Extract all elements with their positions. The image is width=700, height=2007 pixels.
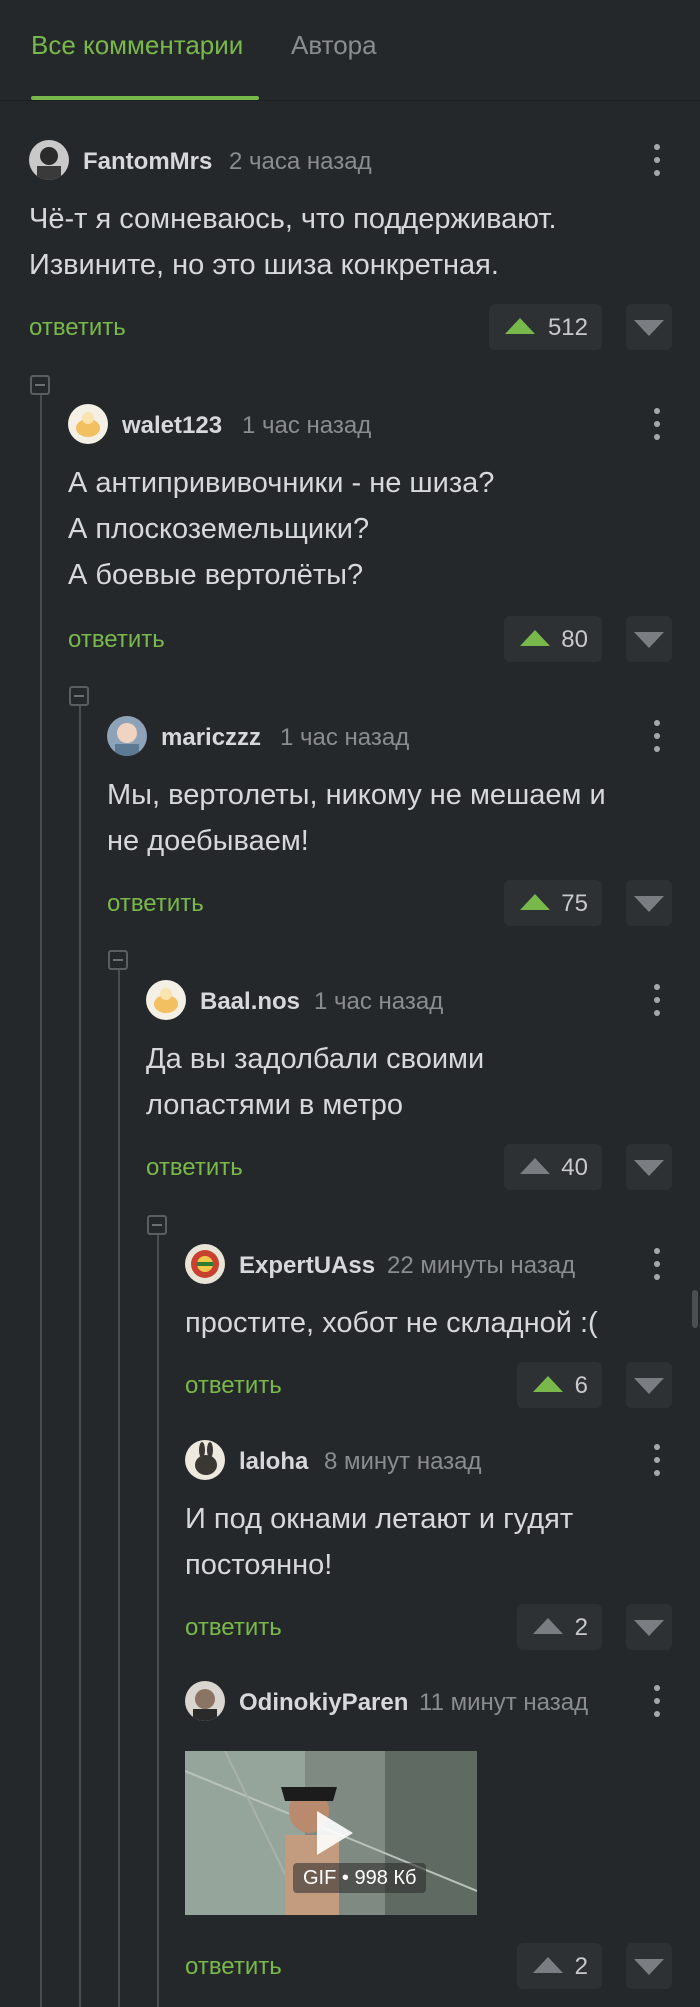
upvote-button[interactable]: 6 — [517, 1362, 602, 1408]
more-options-icon[interactable] — [647, 406, 667, 442]
downvote-arrow-icon — [634, 896, 664, 912]
more-options-icon[interactable] — [647, 142, 667, 178]
comment-time: 1 час назад — [280, 724, 410, 751]
upvote-button[interactable]: 80 — [504, 616, 602, 662]
more-options-icon[interactable] — [647, 982, 667, 1018]
comment-author[interactable]: OdinokiyParen — [239, 1689, 408, 1717]
more-options-icon[interactable] — [647, 1442, 667, 1478]
downvote-arrow-icon — [634, 1620, 664, 1636]
avatar[interactable] — [68, 404, 108, 444]
downvote-arrow-icon — [634, 632, 664, 648]
upvote-arrow-icon — [520, 630, 550, 646]
thread-line — [118, 960, 120, 2007]
avatar[interactable] — [146, 980, 186, 1020]
scrollbar[interactable] — [692, 1290, 698, 1328]
thread-line — [40, 385, 42, 2007]
vote-count: 6 — [574, 1372, 588, 1399]
upvote-arrow-icon — [533, 1957, 563, 1973]
comment-text-line: А боевые вертолёты? — [68, 559, 364, 591]
upvote-button[interactable]: 512 — [489, 304, 602, 350]
comment-text-line: А плоскоземельщики? — [68, 513, 370, 545]
vote-count: 512 — [547, 314, 588, 341]
upvote-button[interactable]: 2 — [517, 1604, 602, 1650]
avatar[interactable] — [185, 1440, 225, 1480]
vote-count: 75 — [561, 890, 588, 917]
upvote-button[interactable]: 75 — [504, 880, 602, 926]
reply-link[interactable]: ответить — [185, 1372, 282, 1400]
avatar[interactable] — [185, 1244, 225, 1284]
more-options-icon[interactable] — [647, 1246, 667, 1282]
upvote-button[interactable]: 2 — [517, 1943, 602, 1989]
vote-count: 2 — [574, 1953, 588, 1980]
comment-text-line: Мы, вертолеты, никому не мешаем и — [107, 779, 606, 811]
comment-author[interactable]: walet123 — [122, 412, 222, 440]
gif-size-badge: GIF • 998 Кб — [293, 1863, 427, 1893]
avatar[interactable] — [185, 1681, 225, 1721]
thread-line — [157, 1225, 159, 2007]
comment-text-line: лопастями в метро — [146, 1089, 403, 1121]
comment-text-line: А антипрививочники - не шиза? — [68, 467, 495, 499]
downvote-arrow-icon — [634, 1959, 664, 1975]
comment-text-line: И под окнами летают и гудят — [185, 1503, 574, 1535]
upvote-button[interactable]: 40 — [504, 1144, 602, 1190]
reply-link[interactable]: ответить — [185, 1953, 282, 1981]
downvote-arrow-icon — [634, 320, 664, 336]
upvote-arrow-icon — [533, 1618, 563, 1634]
upvote-arrow-icon — [520, 894, 550, 910]
comment-text-line: не доебываем! — [107, 825, 309, 857]
vote-count: 40 — [561, 1154, 588, 1181]
active-tab-indicator — [31, 96, 259, 100]
collapse-thread-button[interactable] — [147, 1215, 167, 1235]
downvote-button[interactable] — [626, 1604, 672, 1650]
comment-time: 1 час назад — [242, 412, 372, 439]
comment-time: 2 часа назад — [229, 148, 372, 175]
reply-link[interactable]: ответить — [68, 626, 165, 654]
tab-all-comments[interactable]: Все комментарии — [31, 30, 243, 61]
more-options-icon[interactable] — [647, 1683, 667, 1719]
downvote-button[interactable] — [626, 616, 672, 662]
avatar[interactable] — [29, 140, 69, 180]
collapse-thread-button[interactable] — [108, 950, 128, 970]
play-icon[interactable] — [317, 1811, 353, 1855]
comment-time: 8 минут назад — [324, 1448, 482, 1475]
comment-time: 11 минут назад — [419, 1689, 589, 1716]
reply-link[interactable]: ответить — [29, 314, 126, 342]
downvote-button[interactable] — [626, 880, 672, 926]
reply-link[interactable]: ответить — [107, 890, 204, 918]
thread-line — [79, 696, 81, 2007]
collapse-thread-button[interactable] — [69, 686, 89, 706]
reply-link[interactable]: ответить — [185, 1614, 282, 1642]
comment-time: 1 час назад — [314, 988, 444, 1015]
downvote-arrow-icon — [634, 1160, 664, 1176]
upvote-arrow-icon — [505, 318, 535, 334]
upvote-arrow-icon — [520, 1158, 550, 1174]
collapse-thread-button[interactable] — [30, 375, 50, 395]
comment-author[interactable]: Baal.nos — [200, 988, 300, 1016]
comment-text-line: постоянно! — [185, 1549, 333, 1581]
tab-author[interactable]: Автора — [291, 30, 377, 61]
more-options-icon[interactable] — [647, 718, 667, 754]
comment-time: 22 минуты назад — [387, 1252, 576, 1279]
downvote-button[interactable] — [626, 1362, 672, 1408]
comment-text-line: Чё-т я сомневаюсь, что поддерживают. — [29, 203, 557, 235]
comment-tabs: Все комментарии Автора — [0, 0, 700, 101]
comment-author[interactable]: FantomMrs — [83, 148, 212, 176]
downvote-button[interactable] — [626, 1144, 672, 1190]
downvote-arrow-icon — [634, 1378, 664, 1394]
comment-text-line: Извините, но это шиза конкретная. — [29, 249, 499, 281]
comment-text-line: Да вы задолбали своими — [146, 1043, 485, 1075]
downvote-button[interactable] — [626, 1943, 672, 1989]
gif-attachment[interactable]: GIF • 998 Кб — [185, 1751, 477, 1915]
reply-link[interactable]: ответить — [146, 1154, 243, 1182]
upvote-arrow-icon — [533, 1376, 563, 1392]
comment-author[interactable]: mariczzz — [161, 724, 261, 752]
downvote-button[interactable] — [626, 304, 672, 350]
comment-author[interactable]: ExpertUAss — [239, 1252, 375, 1280]
vote-count: 2 — [574, 1614, 588, 1641]
avatar[interactable] — [107, 716, 147, 756]
vote-count: 80 — [561, 626, 588, 653]
comment-author[interactable]: laloha — [239, 1448, 308, 1476]
comment-text-line: простите, хобот не складной :( — [185, 1307, 598, 1339]
